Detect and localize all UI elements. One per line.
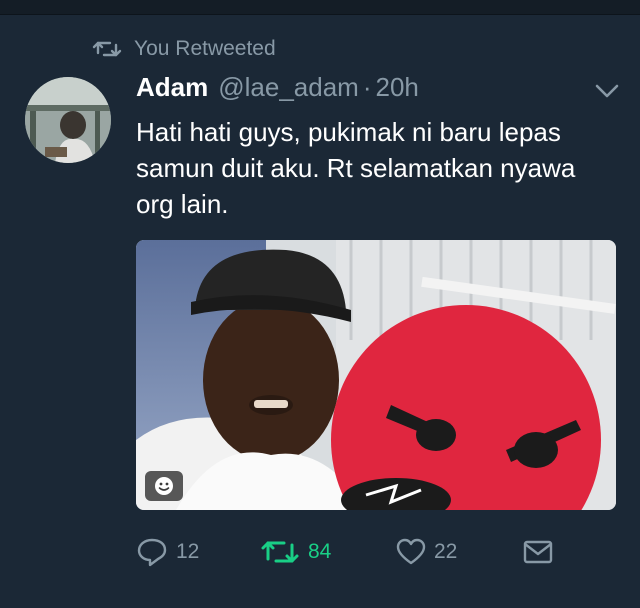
chevron-down-icon[interactable] [594,82,620,100]
tweet-header: Adam @lae_adam · 20h [136,72,419,103]
envelope-icon [523,540,553,564]
avatar[interactable] [25,77,111,163]
tweet-actions: 12 84 22 [136,536,616,568]
tweet-text: Hati hati guys, pukimak ni baru lepas sa… [136,117,576,219]
reply-icon [137,538,167,567]
retweet-icon [261,541,299,563]
reply-count: 12 [176,540,200,563]
avatar-photo [25,77,111,163]
heart-icon [396,538,426,565]
tweet-media-image[interactable] [136,240,616,510]
like-button[interactable]: 22 [396,536,457,568]
author-handle[interactable]: @lae_adam [218,72,359,102]
author-name[interactable]: Adam [136,72,208,102]
like-count: 22 [434,540,458,563]
tweet-time[interactable]: 20h [376,72,419,102]
reply-button[interactable]: 12 [136,536,199,568]
sticker-button[interactable] [145,471,183,501]
retweet-count: 84 [308,540,332,563]
retweet-icon [92,41,122,57]
retweet-button[interactable]: 84 [260,536,331,568]
header-separator: · [362,72,372,102]
media-photo [136,240,616,510]
direct-message-button[interactable] [522,536,562,568]
retweet-context-label: You Retweeted [134,37,276,60]
retweet-context[interactable]: You Retweeted [92,36,276,62]
smiley-sticker-icon [155,477,173,495]
